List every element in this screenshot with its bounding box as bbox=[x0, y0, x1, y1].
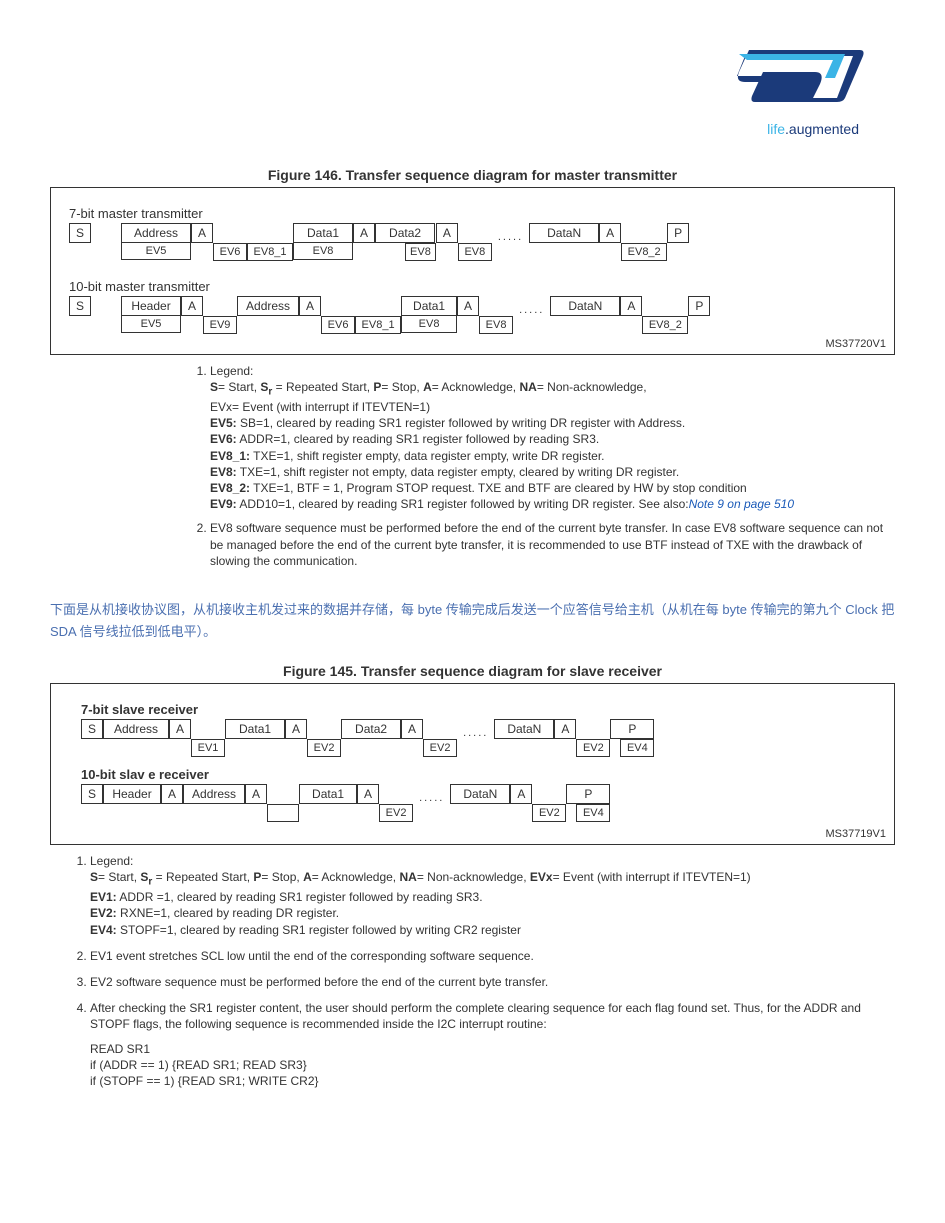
figure-146-box: 7-bit master transmitter S AddressEV5 A … bbox=[50, 187, 895, 355]
chinese-paragraph: 下面是从机接收协议图，从机接收主机发过来的数据并存储，每 byte 传输完成后发… bbox=[50, 599, 895, 643]
fig146-label-10bit: 10-bit master transmitter bbox=[69, 279, 876, 294]
fig146-7bit-row: S AddressEV5 A EV6 EV8_1 Data1EV8 A Data… bbox=[69, 223, 876, 261]
figure-145-title: Figure 145. Transfer sequence diagram fo… bbox=[50, 663, 895, 679]
st-logo-block: life.augmented bbox=[50, 40, 865, 137]
logo-tagline: life.augmented bbox=[50, 121, 859, 137]
fig145-7bit-row: S Address A EV1 Data1 A EV2 Data2 A EV2 … bbox=[81, 719, 864, 757]
note-145-3: EV2 software sequence must be performed … bbox=[90, 974, 895, 990]
note-146-1: Legend: S= Start, Sr = Repeated Start, P… bbox=[210, 363, 895, 512]
st-logo-icon bbox=[695, 40, 865, 123]
figure-145-box: 7-bit slave receiver S Address A EV1 Dat… bbox=[50, 683, 895, 845]
figure-146-notes: Legend: S= Start, Sr = Repeated Start, P… bbox=[90, 363, 895, 569]
fig146-code: MS37720V1 bbox=[825, 338, 886, 350]
figure-145-notes: Legend: S= Start, Sr = Repeated Start, P… bbox=[70, 853, 895, 1089]
fig145-code: MS37719V1 bbox=[825, 828, 886, 840]
fig146-label-7bit: 7-bit master transmitter bbox=[69, 206, 876, 221]
fig145-label-7bit: 7-bit slave receiver bbox=[81, 702, 864, 717]
fig145-label-10bit: 10-bit slav e receiver bbox=[81, 767, 864, 782]
note-145-4: After checking the SR1 register content,… bbox=[90, 1000, 895, 1089]
note-9-link[interactable]: Note 9 on page 510 bbox=[689, 497, 794, 511]
note-146-2: EV8 software sequence must be performed … bbox=[210, 520, 895, 569]
fig145-10bit-row: S Header A Address A Data1 A EV2 ..... D… bbox=[81, 784, 864, 822]
figure-146-title: Figure 146. Transfer sequence diagram fo… bbox=[50, 167, 895, 183]
note-145-2: EV1 event stretches SCL low until the en… bbox=[90, 948, 895, 964]
fig146-10bit-row: S HeaderEV5 A EV9 Address A EV6 EV8_1 Da… bbox=[69, 296, 876, 334]
note-145-1: Legend: S= Start, Sr = Repeated Start, P… bbox=[90, 853, 895, 938]
